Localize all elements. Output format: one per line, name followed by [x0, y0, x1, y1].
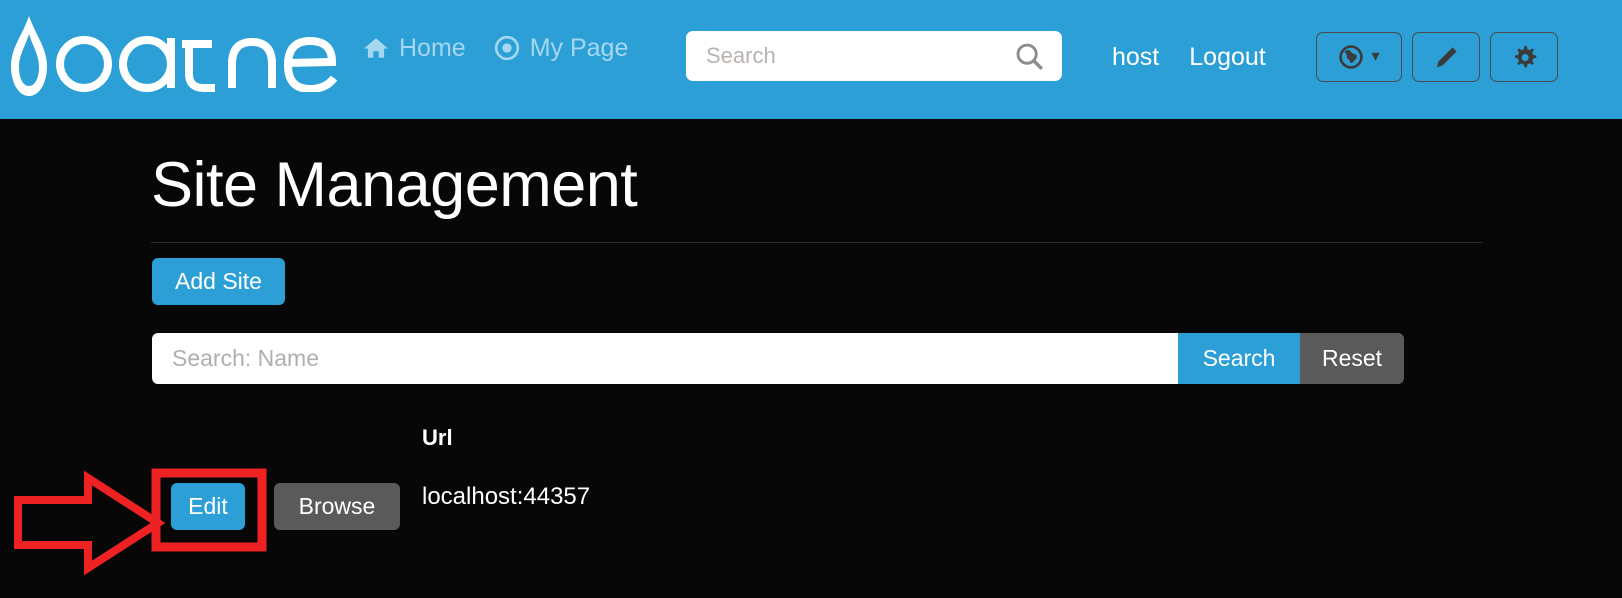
search-icon[interactable]: [1014, 41, 1044, 71]
title-divider: [151, 242, 1483, 243]
filter-name-input[interactable]: [152, 333, 1178, 384]
site-filter-row: Search Reset: [152, 333, 1404, 384]
target-icon: [494, 35, 519, 61]
search-input[interactable]: [686, 31, 1014, 81]
cell-url: localhost:44357: [422, 483, 591, 510]
user-links: host Logout: [1112, 43, 1266, 71]
logout-link[interactable]: Logout: [1189, 43, 1265, 71]
home-icon: [364, 38, 388, 58]
app-root: Home My Page host Logout: [0, 0, 1622, 598]
column-header-url: Url: [422, 425, 453, 450]
nav-item-home[interactable]: Home: [363, 34, 466, 62]
globe-icon: [1339, 45, 1364, 69]
filter-search-button[interactable]: Search: [1178, 333, 1300, 384]
nav-item-my-page-label: My Page: [529, 34, 629, 62]
primary-nav: Home My Page: [363, 34, 628, 62]
browse-button[interactable]: Browse: [274, 483, 400, 530]
edit-mode-button[interactable]: [1412, 32, 1480, 82]
user-name[interactable]: host: [1112, 43, 1159, 71]
chevron-down-icon: ▾: [1371, 48, 1380, 65]
pencil-icon: [1436, 46, 1457, 67]
header-buttons: ▾: [1316, 32, 1558, 82]
logo-wordmark: [56, 36, 338, 92]
water-drop-icon: [11, 16, 47, 96]
edit-button[interactable]: Edit: [171, 483, 245, 530]
nav-item-home-label: Home: [399, 34, 466, 62]
settings-button[interactable]: [1490, 32, 1558, 82]
page-title: Site Management: [151, 150, 638, 220]
filter-reset-button[interactable]: Reset: [1300, 333, 1404, 384]
gear-icon: [1514, 45, 1536, 67]
nav-item-my-page[interactable]: My Page: [494, 34, 629, 62]
add-site-button[interactable]: Add Site: [152, 258, 285, 305]
annotation-arrow-icon: [14, 470, 166, 576]
header-search[interactable]: [686, 31, 1062, 81]
language-selector-button[interactable]: ▾: [1316, 32, 1402, 82]
site-header: Home My Page host Logout: [0, 0, 1622, 119]
site-logo[interactable]: [8, 14, 342, 100]
